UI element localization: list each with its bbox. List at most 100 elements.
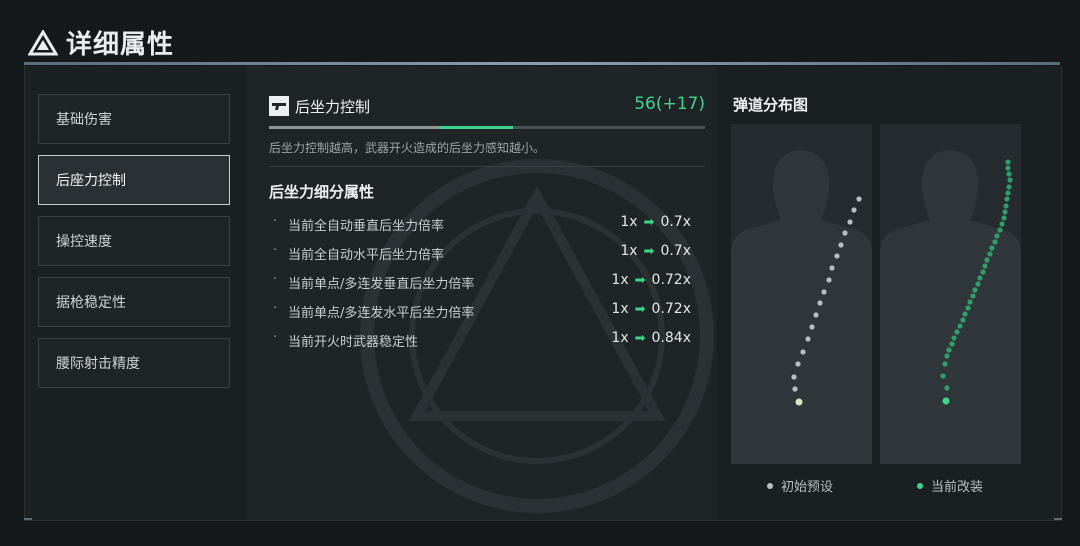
shot-point	[1001, 215, 1007, 221]
frame-corner	[24, 518, 32, 520]
shot-point	[949, 341, 955, 347]
attr-to: 0.7x	[660, 214, 691, 230]
shot-point	[970, 293, 976, 299]
nav-item-hipfire-accuracy[interactable]: 腰际射击精度	[38, 338, 230, 388]
page-title: 详细属性	[66, 30, 175, 60]
shot-point	[1004, 196, 1010, 202]
divider	[269, 166, 705, 167]
shot-point	[957, 323, 963, 329]
shot-point	[1003, 203, 1009, 209]
shot-point	[821, 289, 827, 295]
attr-from: 1x	[620, 243, 638, 259]
shot-point	[842, 230, 848, 236]
attr-label: 当前单点/多连发水平后坐力倍率	[288, 306, 475, 321]
nav-item-handling-speed[interactable]: 操控速度	[38, 216, 230, 266]
shot-point	[989, 245, 995, 251]
nav-item-label: 操控速度	[56, 234, 112, 250]
shot-point	[942, 397, 950, 405]
nav-item-label: 腰际射击精度	[56, 356, 140, 372]
shot-point	[795, 398, 803, 406]
shot-point	[1005, 165, 1011, 171]
legend-initial: 初始预设	[767, 476, 833, 495]
attr-row: · 当前单点/多连发水平后坐力倍率 1x ➡ 0.72x	[269, 300, 699, 322]
stat-progress-bar	[269, 126, 705, 129]
attr-row: · 当前开火时武器稳定性 1x ➡ 0.84x	[269, 329, 699, 351]
attr-row: · 当前单点/多连发垂直后坐力倍率 1x ➡ 0.72x	[269, 271, 699, 293]
attr-row: · 当前全自动水平后坐力倍率 1x ➡ 0.7x	[269, 242, 699, 264]
shot-point	[805, 336, 811, 342]
attr-to: 0.7x	[660, 243, 691, 259]
attr-label: 当前开火时武器稳定性	[288, 335, 419, 350]
shot-point	[838, 242, 844, 248]
detail-frame: 基础伤害 后座力控制 操控速度 据枪稳定性 腰际射击精度 后坐力控制 56(+1…	[24, 66, 1062, 521]
attr-values: 1x ➡ 0.84x	[611, 330, 691, 346]
attr-to: 0.72x	[651, 272, 691, 288]
bullet: ·	[273, 330, 278, 345]
attr-from: 1x	[620, 214, 638, 230]
nav-item-label: 基础伤害	[56, 112, 112, 128]
bullet: ·	[273, 301, 278, 316]
shot-point	[982, 263, 988, 269]
attr-values: 1x ➡ 0.72x	[611, 301, 691, 317]
attr-from: 1x	[611, 330, 629, 346]
attr-from: 1x	[611, 272, 629, 288]
stat-bar-bonus	[439, 126, 514, 129]
shot-point	[1006, 171, 1012, 177]
shot-point	[972, 287, 978, 293]
stat-panel: 后坐力控制 56(+17) 后坐力控制越高，武器开火造成的后坐力感知越小。 后坐…	[247, 66, 717, 520]
legend-dot-initial	[767, 482, 773, 489]
shot-point	[940, 373, 946, 379]
sidebar: 基础伤害 后座力控制 操控速度 据枪稳定性 腰际射击精度	[25, 66, 247, 520]
shot-point	[967, 299, 973, 305]
shot-point	[813, 312, 819, 318]
shot-point	[1006, 184, 1012, 190]
attr-label: 当前全自动垂直后坐力倍率	[288, 219, 445, 234]
header-divider	[24, 62, 1060, 65]
shot-point	[944, 353, 950, 359]
stat-name: 后坐力控制	[295, 98, 371, 116]
ballistics-initial-plot	[731, 150, 872, 464]
shot-point	[1005, 190, 1011, 196]
attr-label: 当前全自动水平后坐力倍率	[288, 248, 445, 263]
shot-point	[809, 324, 815, 330]
nav-item-aim-stability[interactable]: 据枪稳定性	[38, 277, 230, 327]
legend-dot-current	[917, 482, 923, 489]
shot-point	[960, 317, 966, 323]
ballistics-title: 弹道分布图	[733, 96, 809, 114]
shot-point	[834, 253, 840, 259]
frame-corner	[1054, 518, 1062, 520]
attr-row: · 当前全自动垂直后坐力倍率 1x ➡ 0.7x	[269, 213, 699, 235]
attr-to: 0.72x	[651, 301, 691, 317]
shot-point	[856, 196, 862, 202]
arrow-right-icon: ➡	[643, 214, 655, 230]
attr-values: 1x ➡ 0.72x	[611, 272, 691, 288]
nav-item-label: 据枪稳定性	[56, 295, 126, 311]
target-silhouette	[731, 150, 872, 464]
title-wrap: 详细属性	[28, 24, 174, 61]
shot-point	[965, 305, 971, 311]
gun-icon	[269, 96, 289, 116]
nav-item-label: 后座力控制	[56, 173, 126, 189]
bullet: ·	[273, 214, 278, 229]
nav-item-base-damage[interactable]: 基础伤害	[38, 94, 230, 144]
shot-point	[795, 361, 801, 367]
attr-label: 当前单点/多连发垂直后坐力倍率	[288, 277, 475, 292]
shot-point	[946, 347, 952, 353]
legend-initial-label: 初始预设	[781, 480, 834, 495]
shot-point	[817, 300, 823, 306]
shot-point	[962, 311, 968, 317]
attr-values: 1x ➡ 0.7x	[620, 214, 691, 230]
shot-point	[951, 335, 957, 341]
header: 详细属性	[24, 18, 1060, 65]
nav-item-recoil-control[interactable]: 后座力控制	[38, 155, 230, 205]
shot-point	[829, 265, 835, 271]
shot-point	[944, 385, 950, 391]
shot-point	[792, 386, 798, 392]
shot-point	[851, 207, 857, 213]
shot-point	[847, 219, 853, 225]
shot-point	[992, 239, 998, 245]
detail-title: 后坐力细分属性	[269, 183, 375, 201]
shot-point	[942, 361, 948, 367]
triangle-warning-icon	[28, 29, 58, 56]
shot-point	[1005, 159, 1011, 165]
